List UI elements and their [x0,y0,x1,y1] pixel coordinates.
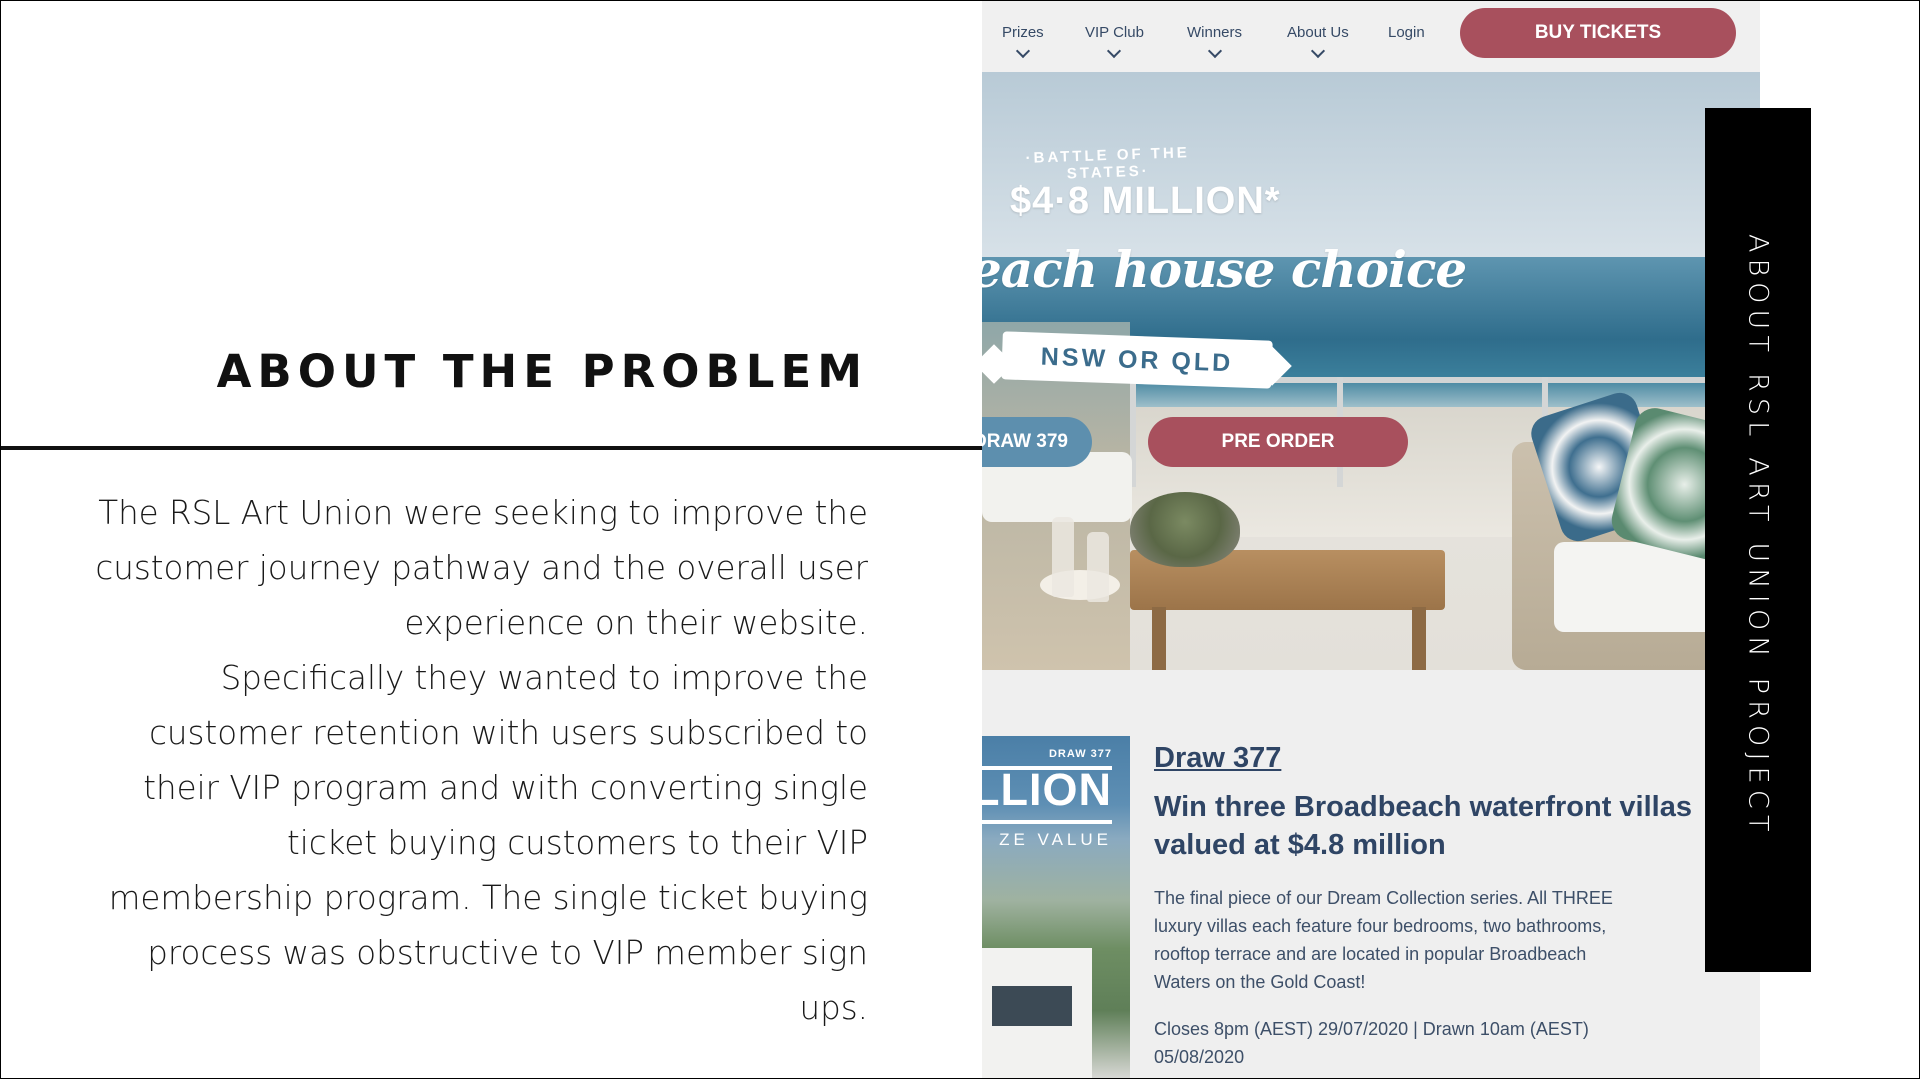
problem-line: their VIP program and with converting si… [143,769,868,807]
website-screenshot: Prizes VIP Club Winners About Us Login B… [982,0,1760,1079]
draw-dates-line: 05/08/2020 [1154,1047,1245,1067]
thumb-draw-label: DRAW 377 [1048,748,1112,760]
nav-about-us[interactable]: About Us [1287,24,1349,59]
table-leg [1152,607,1166,670]
nav-prizes[interactable]: Prizes [1002,24,1044,59]
draw-dates-line: Closes 8pm (AEST) 29/07/2020 | Drawn 10a… [1154,1019,1589,1039]
slide-heading: ABOUT THE PROBLEM [216,345,868,398]
draw-description-line: luxury villas each feature four bedrooms… [1154,916,1607,936]
problem-line: process was obstructive to VIP member si… [147,934,868,972]
bottle [1087,532,1109,602]
chevron-down-icon [1310,43,1325,59]
nav-label: Login [1388,24,1425,41]
nav-label: About Us [1287,24,1349,41]
nav-label: VIP Club [1085,24,1144,41]
buy-tickets-button[interactable]: BUY TICKETS [1460,8,1736,58]
state-ribbon: NSW OR QLD [1001,331,1273,389]
draw-379-button[interactable]: DRAW 379 [982,417,1092,467]
hero-amount: $4·8 MILLION* [1010,180,1281,222]
draw-description-line: rooftop terrace and are located in popul… [1154,944,1587,964]
plant-bowl [1130,492,1240,567]
thumb-amount: LLION [982,764,1112,815]
nav-login[interactable]: Login [1388,24,1425,41]
nav-winners[interactable]: Winners [1187,24,1243,59]
nav-label: Prizes [1002,24,1044,41]
table-leg [1412,607,1426,670]
pre-order-button[interactable]: PRE ORDER [1148,417,1408,467]
hero-banner: ·BATTLE OF THE STATES· $4·8 MILLION* eac… [982,72,1760,670]
draw-dates: Closes 8pm (AEST) 29/07/2020 | Drawn 10a… [1154,1015,1760,1071]
bottle [1052,517,1074,597]
draw-thumbnail[interactable]: DRAW 377 LLION ZE VALUE [982,736,1130,1079]
draw-description-line: The final piece of our Dream Collection … [1154,888,1613,908]
thumb-rule [982,820,1112,824]
problem-line: experience on their website. [404,604,868,642]
thumb-subtitle: ZE VALUE [999,830,1112,849]
site-nav: Prizes VIP Club Winners About Us Login B… [982,0,1760,72]
problem-line: membership program. The single ticket bu… [108,879,868,917]
nav-label: Winners [1187,24,1243,41]
problem-line: ups. [799,989,869,1027]
villa-window [992,986,1072,1026]
problem-description: The RSL Art Union were seeking to improv… [70,486,868,1036]
problem-line: Specifically they wanted to improve the [220,659,868,697]
draw-description-line: Waters on the Gold Coast! [1154,972,1366,992]
problem-line: customer retention with users subscribed… [149,714,868,752]
chevron-down-icon [1107,43,1122,59]
hero-script-title: each house choice [982,240,1467,299]
chevron-down-icon [1207,43,1222,59]
nav-vip-club[interactable]: VIP Club [1085,24,1144,59]
side-tag: ABOUT RSL ART UNION PROJECT [1705,108,1811,972]
problem-line: The RSL Art Union were seeking to improv… [98,494,868,532]
chevron-down-icon [1015,43,1030,59]
side-tag-text: ABOUT RSL ART UNION PROJECT [1742,234,1774,838]
draw-title: Win three Broadbeach waterfront villas v… [1154,791,1692,861]
problem-line: customer journey pathway and the overall… [95,549,868,587]
problem-line: ticket buying customers to their VIP [286,824,868,862]
draw-377-link[interactable]: Draw 377 [1154,742,1281,775]
heading-divider [0,446,982,450]
draw-description: The final piece of our Dream Collection … [1154,884,1760,996]
